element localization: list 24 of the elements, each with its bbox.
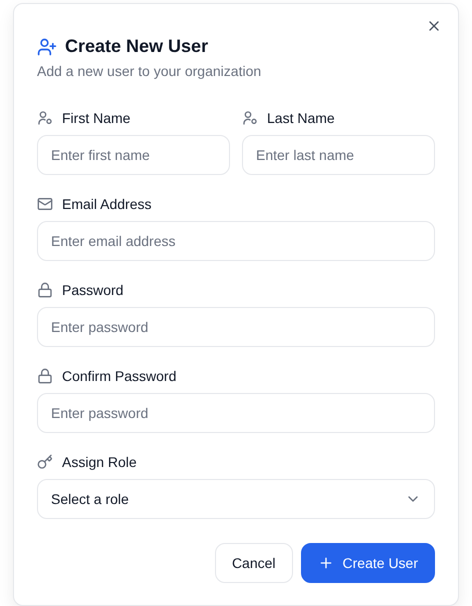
text-input[interactable]: Enter password: [37, 307, 435, 347]
lock-icon: [37, 282, 53, 298]
user-icon: [37, 110, 53, 126]
text-input[interactable]: Enter password: [37, 393, 435, 433]
text-input[interactable]: Enter email address: [37, 221, 435, 261]
key-icon: [37, 454, 53, 470]
field-label: Email Address: [62, 196, 152, 212]
field-label: Last Name: [267, 110, 335, 126]
dialog-title: Create New User: [65, 36, 208, 57]
cancel-button[interactable]: Cancel: [214, 543, 293, 583]
text-input[interactable]: Enter first name: [37, 135, 230, 175]
create-button[interactable]: Create User: [300, 543, 435, 583]
field-label: First Name: [62, 110, 130, 126]
field-label: Password: [62, 282, 124, 298]
text-input[interactable]: Enter last name: [242, 135, 435, 175]
role-select[interactable]: Select a role: [37, 479, 435, 519]
mail-icon: [37, 196, 53, 212]
user-plus-icon: [37, 36, 57, 56]
user-icon: [242, 110, 258, 126]
plus-icon: [318, 555, 334, 571]
dialog-subtitle: Add a new user to your organization: [37, 63, 262, 79]
field-label: Assign Role: [62, 454, 137, 470]
lock-icon: [37, 368, 53, 384]
field-label: Confirm Password: [62, 368, 176, 384]
